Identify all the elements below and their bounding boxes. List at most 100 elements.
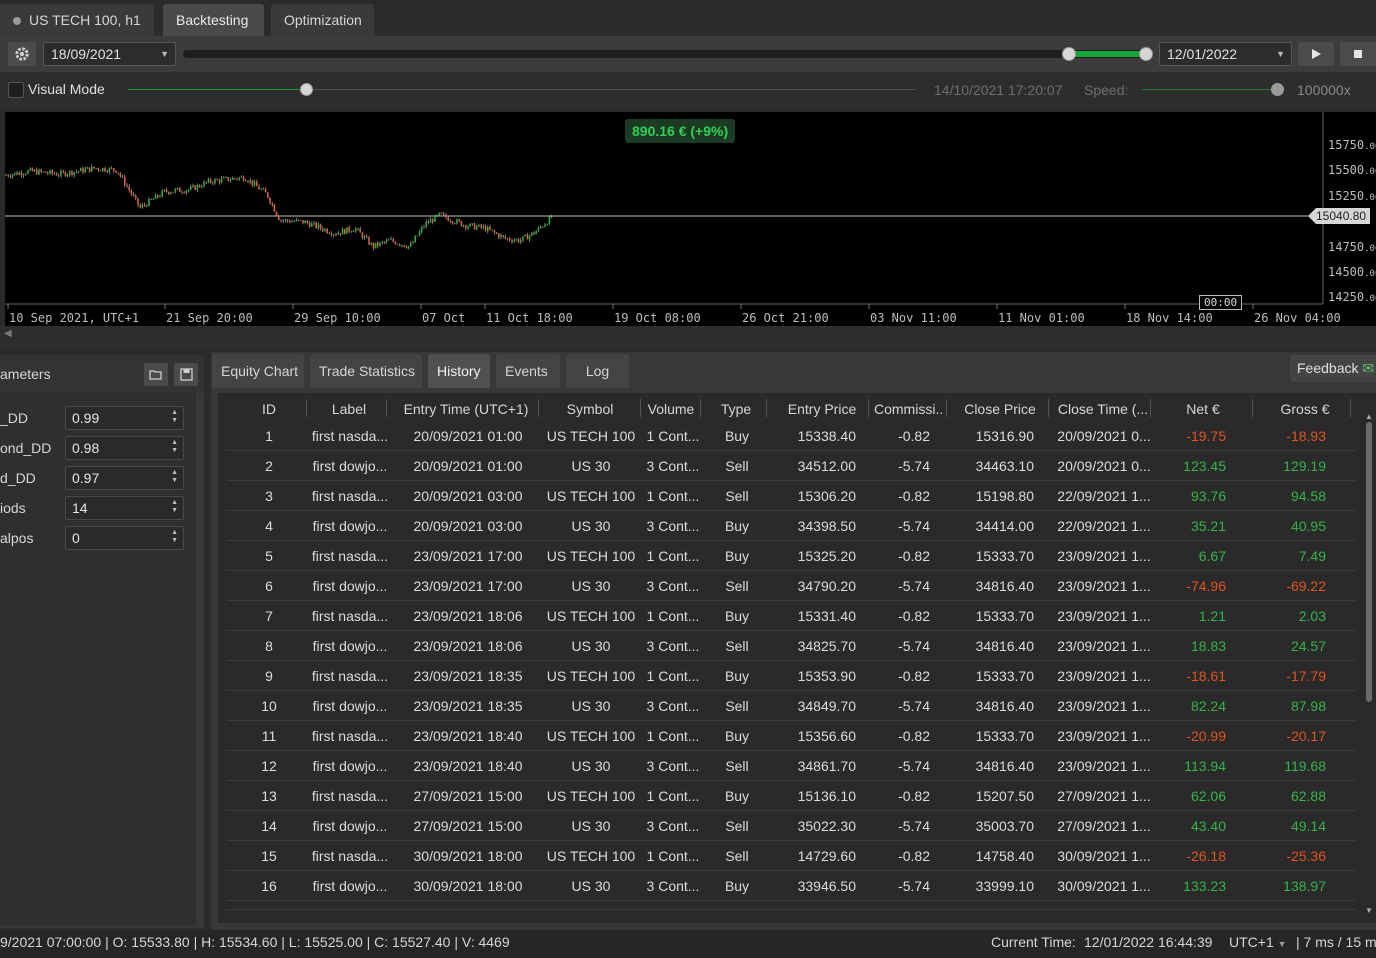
- column-separator[interactable]: [700, 399, 701, 417]
- price-chart[interactable]: [5, 112, 1376, 326]
- stepper-arrows-icon[interactable]: ▲ ▼: [171, 529, 178, 545]
- column-header[interactable]: Volume: [644, 401, 698, 417]
- column-header[interactable]: Symbol: [546, 401, 634, 417]
- stepper-arrows-icon[interactable]: ▲ ▼: [171, 499, 178, 515]
- table-row[interactable]: 11 first nasda... 23/09/2021 18:40 US TECH …: [226, 721, 1356, 751]
- speed-slider-track[interactable]: [1142, 89, 1274, 90]
- tab-optimization[interactable]: Optimization: [271, 4, 374, 36]
- table-row[interactable]: 4 first dowjo... 20/09/2021 03:00 US 30 3 Co…: [226, 511, 1356, 541]
- table-row[interactable]: 6 first dowjo... 23/09/2021 17:00 US 30 3 Co…: [226, 571, 1356, 601]
- column-header[interactable]: Gross €: [1258, 401, 1352, 417]
- candle-body: [432, 219, 434, 222]
- scroll-up-arrow-icon[interactable]: ▲: [1365, 412, 1373, 421]
- table-scrollbar[interactable]: ▲ ▼: [1364, 412, 1374, 917]
- table-cell: first nasda...: [310, 908, 390, 909]
- load-parameters-button[interactable]: [144, 363, 168, 386]
- column-separator[interactable]: [386, 399, 387, 417]
- column-separator[interactable]: [538, 399, 539, 417]
- table-cell: -19.75: [1186, 428, 1226, 444]
- table-cell: 7.49: [1298, 548, 1326, 564]
- column-separator[interactable]: [1350, 399, 1351, 417]
- save-parameters-button[interactable]: [174, 363, 198, 386]
- table-row[interactable]: 17first nasda... 01/10/2021 03:00 US TECH …: [226, 901, 1356, 910]
- column-header[interactable]: Close Price: [952, 401, 1048, 417]
- candle-body: [80, 168, 82, 172]
- candle-body: [258, 186, 260, 190]
- column-header[interactable]: Close Time (...: [1054, 401, 1152, 417]
- table-row[interactable]: 8 first dowjo... 23/09/2021 18:06 US 30 3 Co…: [226, 631, 1356, 661]
- column-header[interactable]: Entry Time (UTC+1): [398, 401, 534, 417]
- tab-backtesting[interactable]: Backtesting: [163, 4, 264, 36]
- candle-body: [22, 174, 25, 176]
- param-stepper[interactable]: 0.98 ▲ ▼: [65, 436, 184, 460]
- param-stepper[interactable]: 0 ▲ ▼: [65, 526, 184, 550]
- range-end-handle[interactable]: [1139, 47, 1153, 61]
- table-cell: 23/09/2021 1...: [1057, 638, 1151, 654]
- table-row[interactable]: 10 first dowjo... 23/09/2021 18:35 US 30 3 C…: [226, 691, 1356, 721]
- play-button[interactable]: [1298, 42, 1334, 66]
- table-row[interactable]: 12 first dowjo... 23/09/2021 18:40 US 30 3 C…: [226, 751, 1356, 781]
- column-header[interactable]: Label: [312, 401, 386, 417]
- table-row[interactable]: 16 first dowjo... 30/09/2021 18:00 US 30 3 C…: [226, 871, 1356, 901]
- candle-body: [293, 221, 295, 223]
- tab-events[interactable]: Events: [496, 354, 560, 388]
- table-row[interactable]: 13 first nasda... 27/09/2021 15:00 US TECH …: [226, 781, 1356, 811]
- column-header[interactable]: ID: [230, 401, 308, 417]
- tab-trade-statistics[interactable]: Trade Statistics: [310, 354, 422, 388]
- scrollbar-thumb[interactable]: [1366, 422, 1372, 702]
- stop-button[interactable]: [1340, 42, 1376, 66]
- tab-symbol-chart[interactable]: US TECH 100, h1: [0, 4, 154, 36]
- table-row[interactable]: 7 first nasda... 23/09/2021 18:06 US TECH 1…: [226, 601, 1356, 631]
- scroll-down-arrow-icon[interactable]: ▼: [1365, 906, 1373, 915]
- tab-log[interactable]: Log: [566, 354, 629, 388]
- column-header[interactable]: Entry Price: [780, 401, 864, 417]
- settings-gear-button[interactable]: [8, 42, 36, 66]
- stepper-arrows-icon[interactable]: ▲ ▼: [171, 439, 178, 455]
- range-start-handle[interactable]: [1062, 47, 1076, 61]
- candle-body: [124, 176, 126, 186]
- param-stepper[interactable]: 0.99 ▲ ▼: [65, 406, 184, 430]
- param-stepper[interactable]: 0.97 ▲ ▼: [65, 466, 184, 490]
- table-row[interactable]: 9 first nasda... 23/09/2021 18:35 US TECH 1…: [226, 661, 1356, 691]
- horizontal-splitter[interactable]: ◀: [0, 326, 1376, 348]
- stepper-arrows-icon[interactable]: ▲ ▼: [171, 409, 178, 425]
- stepper-arrows-icon[interactable]: ▲ ▼: [171, 469, 178, 485]
- column-separator[interactable]: [868, 399, 869, 417]
- column-header[interactable]: Commissi...: [874, 401, 944, 417]
- column-separator[interactable]: [640, 399, 641, 417]
- table-cell: 18.83: [1190, 638, 1226, 654]
- speed-slider-handle[interactable]: [1271, 83, 1284, 96]
- param-stepper[interactable]: 14 ▲ ▼: [65, 496, 184, 520]
- table-cell: 62.06: [1190, 788, 1226, 804]
- end-date-picker[interactable]: 12/01/2022 ▼: [1159, 42, 1292, 66]
- table-row[interactable]: 5 first nasda... 23/09/2021 17:00 US TECH 1…: [226, 541, 1356, 571]
- table-row[interactable]: 14 first dowjo... 27/09/2021 15:00 US 30 3 C…: [226, 811, 1356, 841]
- column-header[interactable]: Type: [708, 401, 764, 417]
- timezone-selector[interactable]: UTC+1 ▼: [1229, 934, 1287, 950]
- table-cell: 14: [261, 818, 277, 834]
- table-row[interactable]: 2 first dowjo... 20/09/2021 01:00 US 30 3 Co…: [226, 451, 1356, 481]
- start-date-picker[interactable]: 18/09/2021 ▼: [43, 42, 176, 66]
- column-separator[interactable]: [1048, 399, 1049, 417]
- column-header[interactable]: Net €: [1158, 401, 1248, 417]
- visual-mode-checkbox[interactable]: [8, 82, 24, 98]
- column-separator[interactable]: [1150, 399, 1151, 417]
- table-row[interactable]: 15 first nasda... 30/09/2021 18:00 US TECH …: [226, 841, 1356, 871]
- table-row[interactable]: 1 first nasda... 20/09/2021 01:00 US TECH 1…: [226, 421, 1356, 451]
- table-row[interactable]: 3 first nasda... 20/09/2021 03:00 US TECH 1…: [226, 481, 1356, 511]
- column-separator[interactable]: [766, 399, 767, 417]
- candle-body: [403, 245, 405, 247]
- date-range-slider[interactable]: [183, 50, 1153, 58]
- tab-history[interactable]: History: [428, 354, 490, 388]
- column-separator[interactable]: [1252, 399, 1253, 417]
- scroll-left-arrow-icon[interactable]: ◀: [4, 328, 12, 339]
- candle-body: [524, 234, 526, 237]
- column-separator[interactable]: [306, 399, 307, 417]
- tab-equity-chart[interactable]: Equity Chart: [212, 354, 304, 388]
- feedback-button[interactable]: Feedback ✉: [1290, 355, 1376, 382]
- candle-body: [27, 170, 29, 174]
- candle-body: [392, 239, 394, 242]
- column-separator[interactable]: [946, 399, 947, 417]
- playback-position-handle[interactable]: [300, 83, 313, 96]
- table-cell: 15: [261, 848, 277, 864]
